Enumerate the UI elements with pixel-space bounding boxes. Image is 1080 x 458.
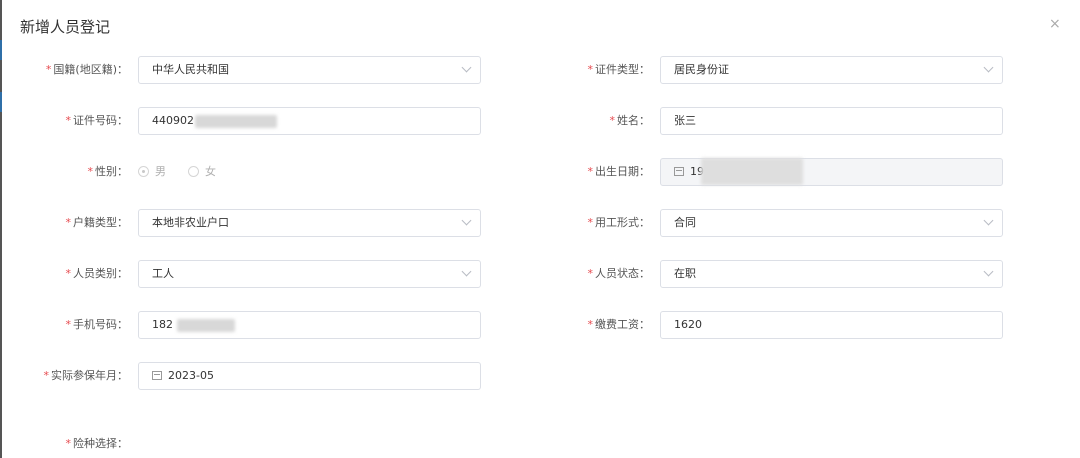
required-mark: * — [587, 267, 594, 280]
required-mark: * — [65, 216, 72, 229]
chevron-down-icon — [461, 62, 472, 73]
id-type-select[interactable]: 居民身份证 — [660, 56, 1003, 84]
employment-form-select[interactable]: 合同 — [660, 209, 1003, 237]
required-mark: * — [587, 216, 594, 229]
redaction-mask — [177, 319, 235, 332]
gender-radio-group: 男女 — [138, 158, 238, 186]
household-type-select[interactable]: 本地非农业户口 — [138, 209, 481, 237]
gender-label: * 性别： — [87, 165, 129, 178]
nationality-select[interactable]: 中华人民共和国 — [138, 56, 481, 84]
id-type-value: 居民身份证 — [674, 63, 729, 76]
birth-date-picker[interactable]: 19 — [660, 158, 1003, 186]
insured-month-value: 2023-05 — [168, 369, 214, 382]
nationality-label: * 国籍(地区籍)： — [45, 63, 128, 76]
chevron-down-icon — [461, 215, 472, 226]
id-type-label: * 证件类型： — [587, 63, 651, 76]
required-mark: * — [587, 63, 594, 76]
person-status-label: * 人员状态： — [587, 267, 651, 280]
required-mark: * — [45, 63, 52, 76]
required-mark: * — [65, 267, 72, 280]
insured-month-picker[interactable]: 2023-05 — [138, 362, 481, 390]
name-label: * 姓名： — [609, 114, 651, 127]
contribution-wage-value: 1620 — [674, 318, 702, 331]
required-mark: * — [587, 165, 594, 178]
dialog-title: 新增人员登记 — [20, 18, 111, 36]
phone-input[interactable]: 182 — [138, 311, 481, 339]
employment-form-label: * 用工形式： — [587, 216, 651, 229]
household-type-label: * 户籍类型： — [65, 216, 129, 229]
edge-marker — [0, 92, 2, 112]
redaction-mask — [701, 158, 803, 185]
radio-checked-icon — [138, 166, 149, 177]
name-input[interactable]: 张三 — [660, 107, 1003, 135]
id-number-value: 440902 — [152, 114, 194, 127]
insured-month-label: * 实际参保年月： — [43, 369, 129, 382]
required-mark: * — [587, 318, 594, 331]
household-type-value: 本地非农业户口 — [152, 216, 229, 229]
required-mark: * — [65, 437, 72, 450]
calendar-icon — [674, 167, 684, 176]
id-number-label: * 证件号码： — [65, 114, 129, 127]
required-mark: * — [87, 165, 94, 178]
chevron-down-icon — [983, 266, 994, 277]
radio-icon — [188, 166, 199, 177]
person-category-value: 工人 — [152, 267, 174, 280]
required-mark: * — [65, 114, 72, 127]
gender-option-male[interactable]: 男 — [138, 158, 166, 186]
id-number-input[interactable]: 440902 — [138, 107, 481, 135]
insurance-types-label: * 险种选择： — [65, 437, 129, 450]
gender-option-female[interactable]: 女 — [188, 158, 216, 186]
name-value: 张三 — [674, 114, 696, 127]
required-mark: * — [43, 369, 50, 382]
close-icon[interactable]: × — [1049, 16, 1061, 32]
phone-value: 182 — [152, 318, 173, 331]
nationality-value: 中华人民共和国 — [152, 63, 229, 76]
person-category-label: * 人员类别： — [65, 267, 129, 280]
chevron-down-icon — [461, 266, 472, 277]
required-mark: * — [65, 318, 72, 331]
redaction-mask — [195, 115, 277, 128]
contribution-wage-label: * 缴费工资： — [587, 318, 651, 331]
required-mark: * — [609, 114, 616, 127]
contribution-wage-input[interactable]: 1620 — [660, 311, 1003, 339]
birth-date-label: * 出生日期： — [587, 165, 651, 178]
person-status-select[interactable]: 在职 — [660, 260, 1003, 288]
person-category-select[interactable]: 工人 — [138, 260, 481, 288]
calendar-icon — [152, 371, 162, 380]
employment-form-value: 合同 — [674, 216, 696, 229]
edge-marker — [0, 40, 2, 60]
window-edge — [0, 0, 2, 458]
phone-label: * 手机号码： — [65, 318, 129, 331]
person-status-value: 在职 — [674, 267, 696, 280]
chevron-down-icon — [983, 62, 994, 73]
chevron-down-icon — [983, 215, 994, 226]
